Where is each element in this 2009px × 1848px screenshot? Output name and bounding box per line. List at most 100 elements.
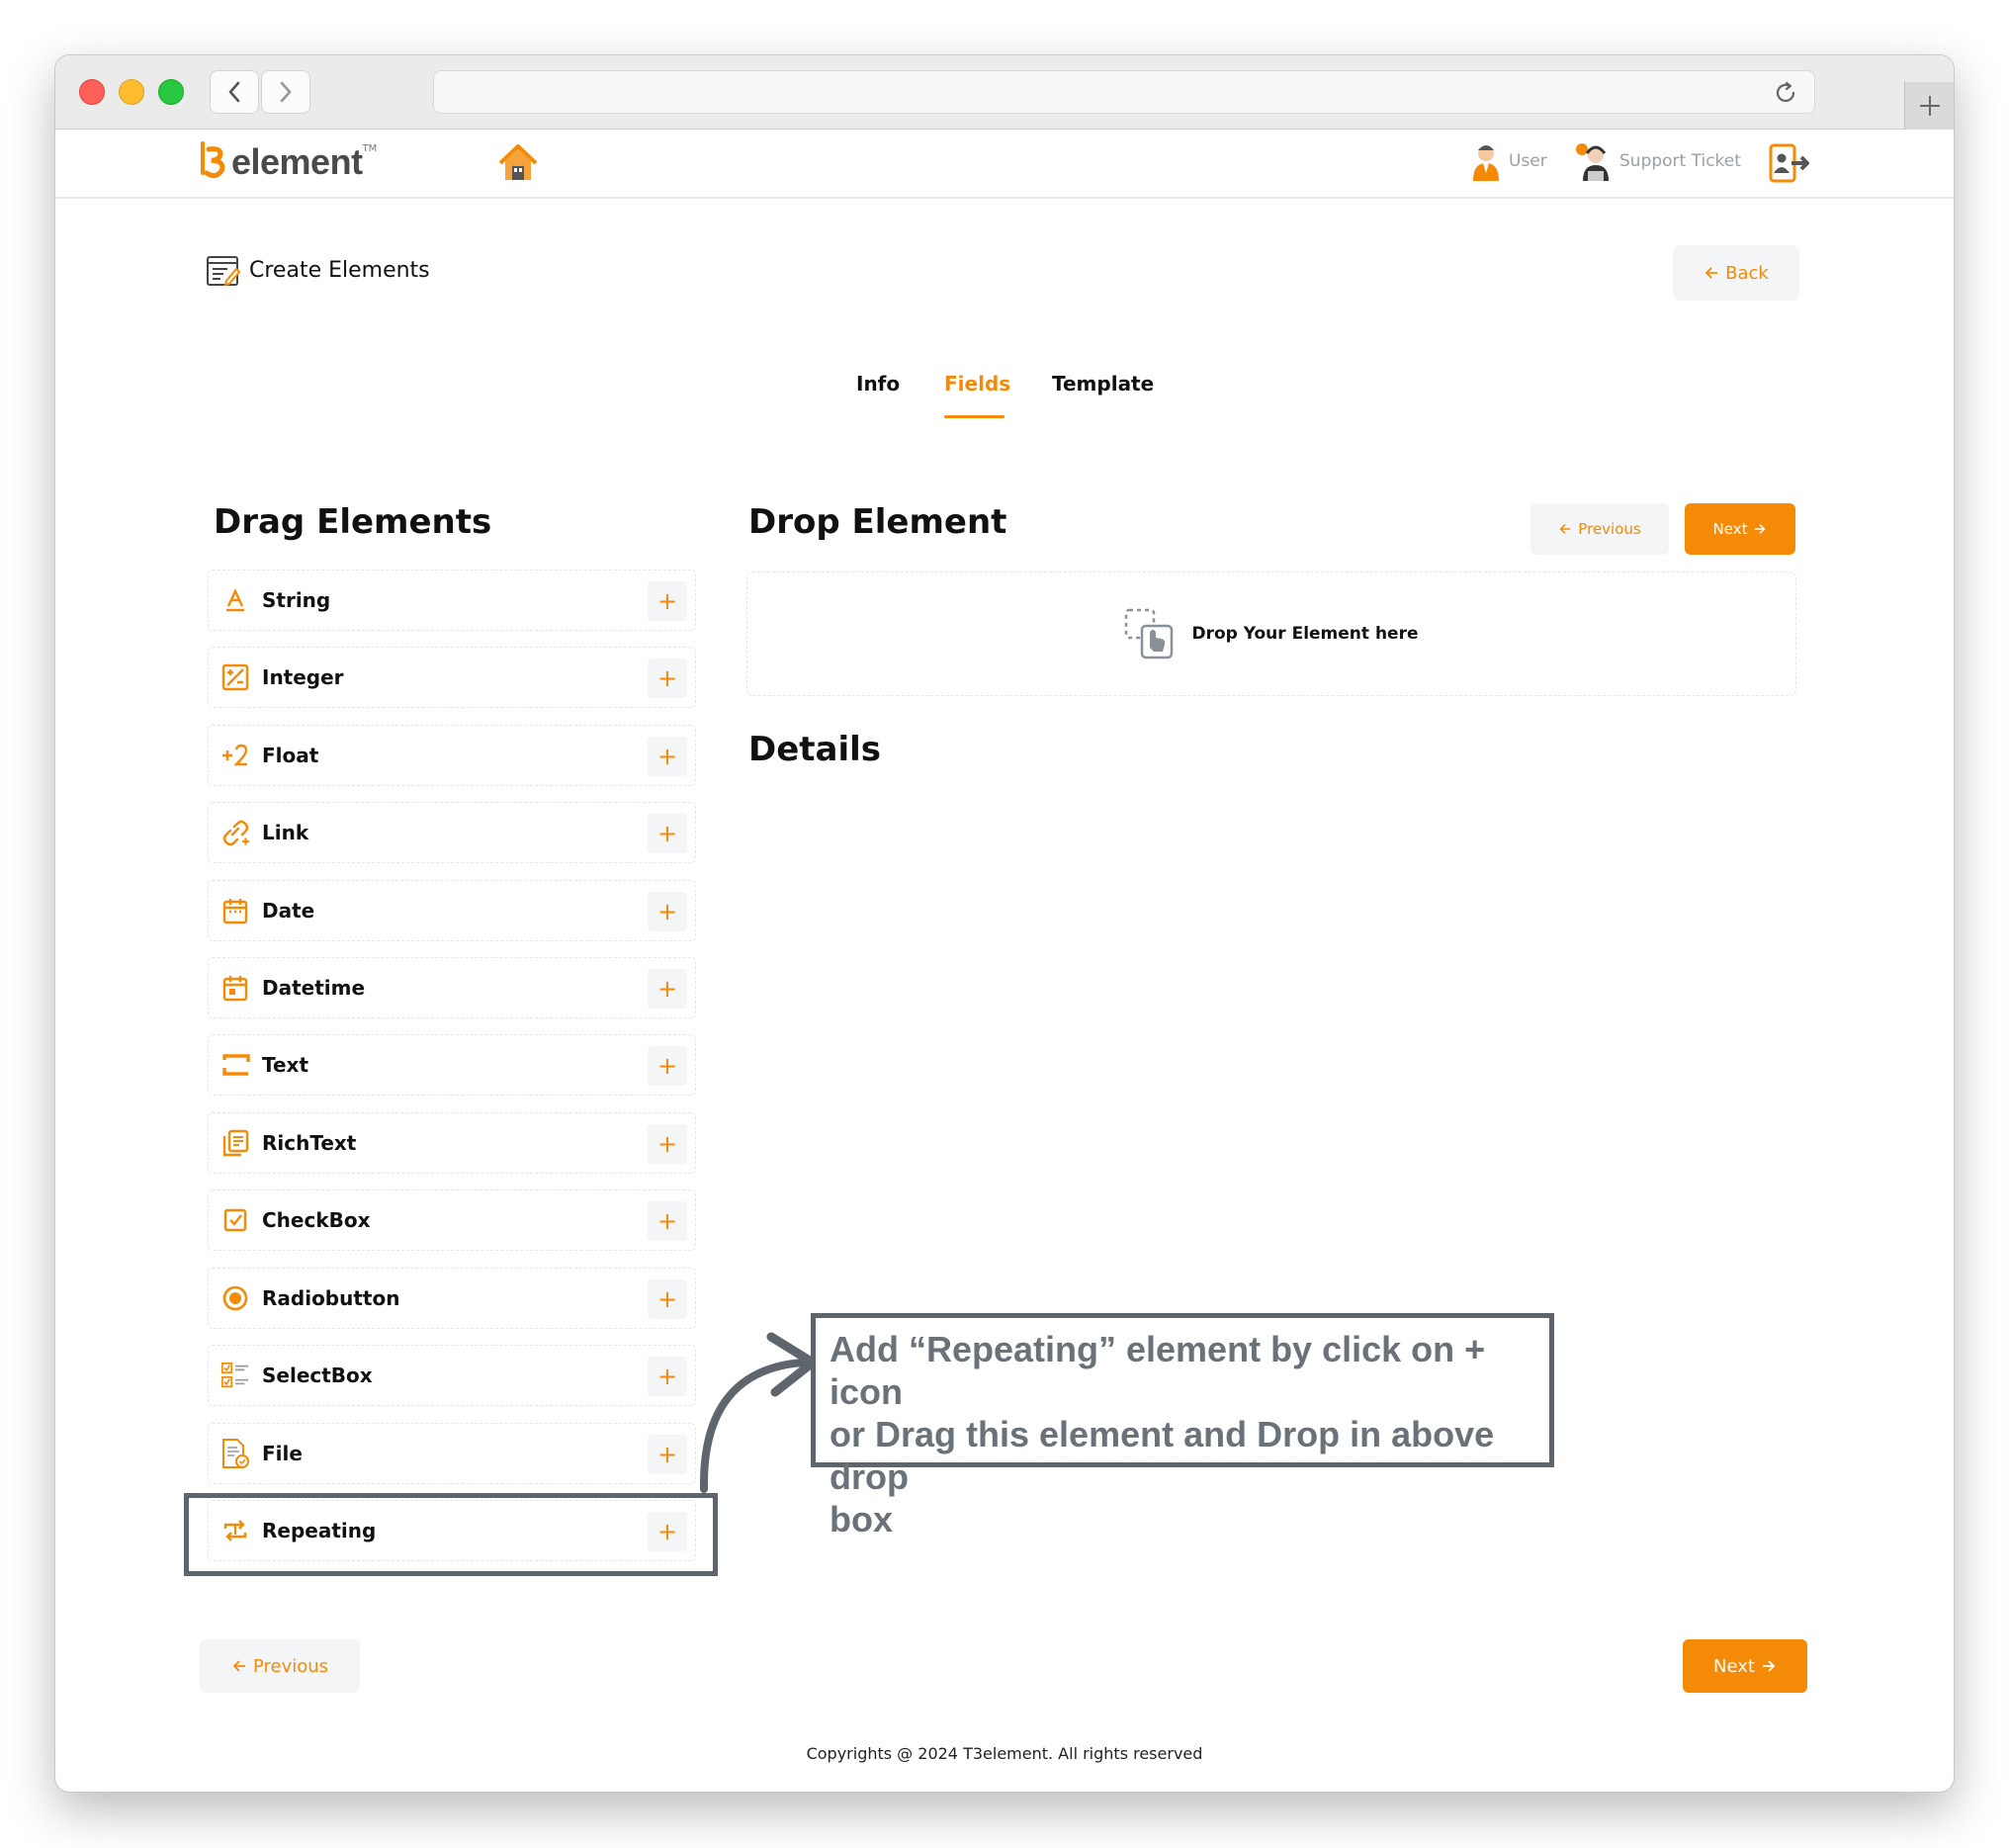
tab-info[interactable]: Info xyxy=(856,372,900,396)
element-label: File xyxy=(262,1442,303,1465)
browser-window: element TM User Support Ticket Create El… xyxy=(55,55,1954,1792)
support-agent-icon xyxy=(1576,143,1609,181)
link-icon xyxy=(220,818,250,847)
t3element-logo[interactable]: element TM xyxy=(200,139,377,183)
logout-icon[interactable] xyxy=(1768,143,1811,183)
add-element-button[interactable]: + xyxy=(648,659,687,698)
plus-icon xyxy=(1919,96,1940,116)
logo-trademark: TM xyxy=(362,143,378,154)
element-item-richtext[interactable]: RichText + xyxy=(208,1112,696,1174)
back-button[interactable]: Back xyxy=(1673,245,1799,301)
drop-zone[interactable]: Drop Your Element here xyxy=(746,572,1796,696)
element-item-string[interactable]: String + xyxy=(208,570,696,631)
browser-back-button[interactable] xyxy=(210,70,259,114)
next-button[interactable]: Next xyxy=(1683,1639,1807,1693)
user-label: User xyxy=(1509,151,1547,171)
annotation-line-3: box xyxy=(830,1499,894,1540)
annotation-line-1: Add “Repeating” element by click on + ic… xyxy=(830,1329,1486,1412)
arrow-right-icon xyxy=(1755,524,1766,534)
previous-top-label: Previous xyxy=(1578,520,1641,538)
new-tab-button[interactable] xyxy=(1904,82,1954,130)
add-element-button[interactable]: + xyxy=(648,969,687,1009)
previous-button[interactable]: Previous xyxy=(200,1639,360,1693)
radio-icon xyxy=(220,1283,250,1313)
element-label: Datetime xyxy=(262,976,366,1000)
element-item-file[interactable]: File + xyxy=(208,1423,696,1484)
annotation-line-2: or Drag this element and Drop in above d… xyxy=(830,1414,1495,1497)
integer-icon xyxy=(220,662,250,692)
logo-text: element xyxy=(231,141,363,182)
close-window-button[interactable] xyxy=(79,79,105,105)
repeating-highlight-box xyxy=(184,1493,718,1576)
support-ticket-link[interactable]: Support Ticket xyxy=(1574,141,1741,181)
element-item-link[interactable]: Link + xyxy=(208,802,696,863)
address-bar[interactable] xyxy=(433,70,1815,114)
previous-button-top[interactable]: Previous xyxy=(1530,503,1669,555)
reload-icon[interactable] xyxy=(1773,80,1798,106)
add-element-button[interactable]: + xyxy=(648,892,687,931)
add-element-button[interactable]: + xyxy=(648,737,687,776)
next-label: Next xyxy=(1713,1655,1755,1677)
tab-template[interactable]: Template xyxy=(1052,372,1154,396)
browser-titlebar xyxy=(55,55,1954,130)
user-avatar-icon xyxy=(1473,145,1499,181)
checkbox-icon xyxy=(220,1205,250,1235)
drag-drop-icon xyxy=(1125,608,1174,660)
drop-zone-placeholder: Drop Your Element here xyxy=(1191,624,1419,644)
browser-forward-button[interactable] xyxy=(261,70,310,114)
tab-fields[interactable]: Fields xyxy=(944,372,1010,396)
drag-elements-heading: Drag Elements xyxy=(214,502,492,542)
add-element-button[interactable]: + xyxy=(648,1279,687,1319)
previous-label: Previous xyxy=(252,1655,329,1677)
chevron-left-icon xyxy=(228,81,240,103)
element-label: String xyxy=(262,588,331,612)
create-elements-icon xyxy=(207,256,241,287)
element-item-text[interactable]: Text + xyxy=(208,1034,696,1096)
add-element-button[interactable]: + xyxy=(648,581,687,621)
calendar-clock-icon xyxy=(220,973,250,1003)
text-icon xyxy=(220,1050,250,1080)
element-label: CheckBox xyxy=(262,1208,371,1232)
element-label: Float xyxy=(262,744,319,767)
footer-copyright: Copyrights @ 2024 T3element. All rights … xyxy=(806,1744,1203,1763)
element-item-radiobutton[interactable]: Radiobutton + xyxy=(208,1268,696,1329)
element-item-date[interactable]: Date + xyxy=(208,880,696,941)
next-top-label: Next xyxy=(1712,520,1748,538)
add-element-button[interactable]: + xyxy=(648,1124,687,1164)
add-element-button[interactable]: + xyxy=(648,1435,687,1474)
richtext-icon xyxy=(220,1128,250,1158)
t3-logo-mark xyxy=(201,141,225,179)
add-element-button[interactable]: + xyxy=(648,1357,687,1396)
arrow-left-icon xyxy=(1704,267,1718,279)
element-label: Date xyxy=(262,899,315,923)
page-title-text: Create Elements xyxy=(249,257,430,283)
page-title: Create Elements xyxy=(206,253,430,287)
calendar-icon xyxy=(220,896,250,925)
add-element-button[interactable]: + xyxy=(648,814,687,853)
arrow-left-icon xyxy=(1559,524,1571,534)
minimize-window-button[interactable] xyxy=(119,79,144,105)
drop-element-heading: Drop Element xyxy=(748,502,1007,542)
selectbox-icon xyxy=(220,1361,250,1390)
add-element-button[interactable]: + xyxy=(648,1046,687,1086)
back-button-label: Back xyxy=(1725,262,1769,284)
user-menu[interactable]: User xyxy=(1469,141,1547,181)
element-item-checkbox[interactable]: CheckBox + xyxy=(208,1189,696,1251)
maximize-window-button[interactable] xyxy=(158,79,184,105)
details-heading: Details xyxy=(748,730,882,769)
app-header: element TM User Support Ticket xyxy=(55,130,1954,199)
chevron-right-icon xyxy=(280,81,292,103)
element-item-integer[interactable]: Integer + xyxy=(208,647,696,708)
element-label: Integer xyxy=(262,665,344,689)
add-element-button[interactable]: + xyxy=(648,1201,687,1241)
element-item-datetime[interactable]: Datetime + xyxy=(208,957,696,1018)
home-icon[interactable] xyxy=(496,141,540,185)
element-label: Link xyxy=(262,821,309,844)
support-ticket-label: Support Ticket xyxy=(1619,151,1741,171)
element-label: Text xyxy=(262,1053,309,1077)
file-icon xyxy=(220,1439,250,1468)
next-button-top[interactable]: Next xyxy=(1685,503,1795,555)
element-item-float[interactable]: Float + xyxy=(208,725,696,786)
element-item-selectbox[interactable]: SelectBox + xyxy=(208,1345,696,1406)
annotation-callout: Add “Repeating” element by click on + ic… xyxy=(811,1313,1554,1540)
